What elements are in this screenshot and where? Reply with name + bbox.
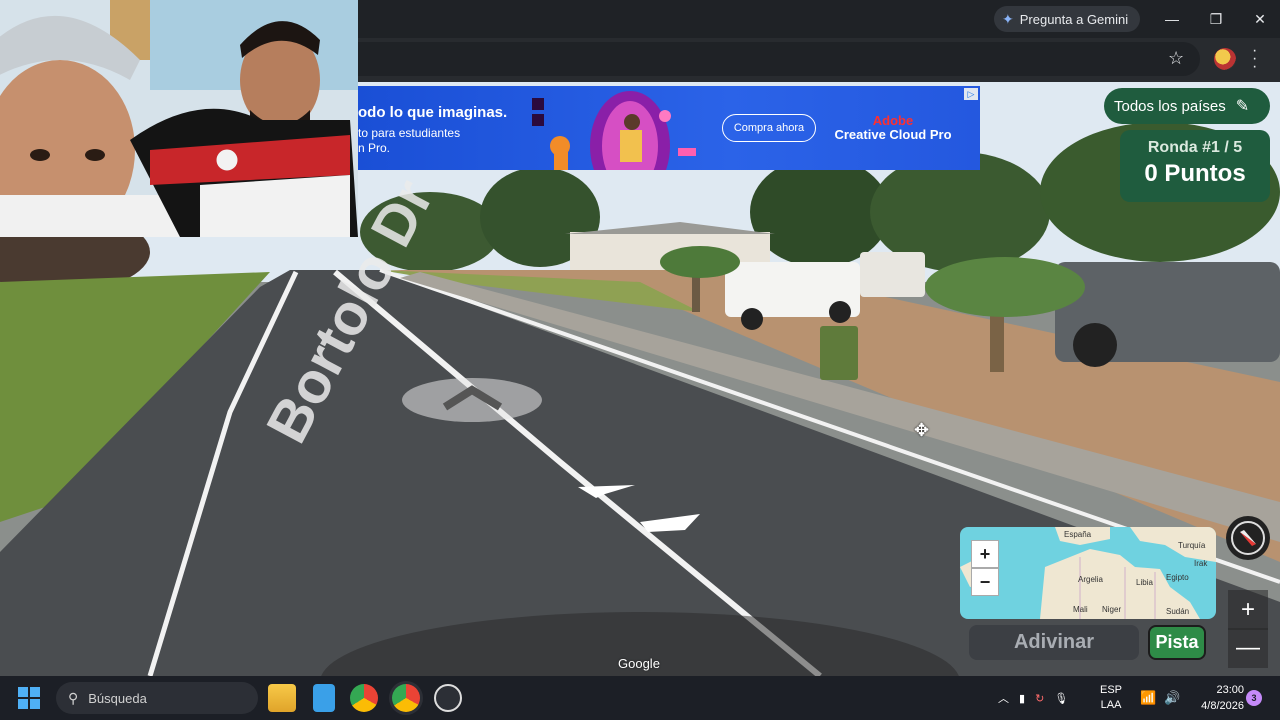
date: 4/8/2026	[1201, 700, 1244, 712]
ad-cta-button[interactable]: Compra ahora	[722, 114, 816, 142]
map-label-algeria: Argelia	[1078, 575, 1103, 584]
map-zoom-in-button[interactable]: +	[971, 540, 999, 568]
screen: Bortolo Dr ✦ Pregunta a Gemini — ❐ ✕ ☆ ·…	[0, 0, 1280, 720]
system-tray: ︿ ▮ ↻ 🎙	[998, 676, 1068, 720]
address-bar[interactable]	[340, 42, 1200, 76]
volume-icon: 🔊	[1164, 690, 1181, 705]
app-status-icon[interactable]	[434, 684, 462, 712]
map-label-spain: España	[1064, 530, 1092, 539]
notification-badge[interactable]: 3	[1246, 690, 1262, 706]
guess-button[interactable]: Adivinar	[969, 625, 1139, 660]
chrome-active-icon[interactable]	[392, 684, 420, 712]
file-explorer-icon[interactable]	[268, 684, 296, 712]
lang-top: ESP	[1100, 684, 1123, 696]
map-label-mali: Mali	[1073, 605, 1088, 614]
profile-avatar[interactable]	[1214, 48, 1236, 70]
usb-icon[interactable]: ▮	[1019, 692, 1025, 705]
round-indicator: Ronda #1 / 5	[1147, 139, 1243, 156]
score-panel: Ronda #1 / 5 0 Puntos	[1120, 130, 1270, 202]
move-cursor-icon: ✥	[914, 420, 930, 440]
windows-start-icon[interactable]	[18, 687, 40, 709]
bookmark-star-icon[interactable]: ☆	[1168, 48, 1184, 69]
clock[interactable]: 23:00 4/8/2026	[1200, 682, 1244, 714]
points-display: 0 Puntos	[1144, 160, 1246, 187]
webcam-feed	[0, 0, 358, 237]
map-label-libya: Libia	[1136, 578, 1153, 587]
taskbar: ⚲ Búsqueda ︿ ▮ ↻ 🎙 ESP LAA 📶 🔊 23:00 4/8…	[0, 676, 1280, 720]
ad-artwork	[532, 91, 696, 170]
mic-icon[interactable]: 🎙	[1054, 692, 1068, 705]
countries-label: Todos los países	[1114, 97, 1226, 115]
ad-subline-2: n Pro.	[358, 141, 391, 155]
network-volume[interactable]: 📶 🔊	[1140, 676, 1180, 720]
ad-choices-icon[interactable]: ▷	[964, 88, 978, 100]
language-indicator[interactable]: ESP LAA	[1100, 676, 1122, 720]
google-logo: Google	[618, 656, 660, 671]
compass-icon[interactable]	[1226, 516, 1270, 560]
countries-filter-button[interactable]: Todos los países ✎	[1104, 88, 1270, 124]
map-label-sudan: Sudán	[1166, 607, 1190, 616]
map-zoom-out-button[interactable]: −	[971, 568, 999, 596]
view-zoom-in-button[interactable]: +	[1228, 590, 1268, 630]
lang-bottom: LAA	[1100, 699, 1122, 711]
ad-subline: to para estudiantes n Pro.	[358, 126, 460, 156]
ad-brand-bottom: Creative Cloud Pro	[834, 127, 952, 142]
gemini-button[interactable]: ✦ Pregunta a Gemini	[994, 6, 1141, 32]
ad-brand: Adobe Creative Cloud Pro	[828, 114, 958, 142]
minimize-icon[interactable]: —	[1152, 6, 1192, 32]
ad-banner[interactable]: odo lo que imaginas. to para estudiantes…	[358, 86, 980, 170]
gemini-sparkle-icon: ✦	[1002, 10, 1014, 27]
ad-subline-1: to para estudiantes	[358, 126, 461, 140]
maximize-icon[interactable]: ❐	[1196, 6, 1236, 32]
map-label-iraq: Irak	[1194, 559, 1208, 568]
webcam-overlay	[0, 0, 358, 237]
taskbar-search[interactable]: ⚲ Búsqueda	[56, 682, 258, 714]
chrome-icon[interactable]	[350, 684, 378, 712]
notepad-icon[interactable]	[313, 684, 335, 712]
hint-button[interactable]: Pista	[1148, 625, 1206, 660]
map-label-niger: Niger	[1102, 605, 1122, 614]
close-icon[interactable]: ✕	[1240, 6, 1280, 32]
sync-icon[interactable]: ↻	[1035, 692, 1044, 705]
ad-headline: odo lo que imaginas.	[358, 104, 508, 121]
tray-chevron-icon[interactable]: ︿	[998, 690, 1009, 706]
ad-brand-top: Adobe	[872, 113, 914, 128]
search-label: Búsqueda	[88, 690, 147, 706]
wifi-icon: 📶	[1140, 690, 1157, 705]
pencil-icon: ✎	[1235, 98, 1250, 115]
gemini-label: Pregunta a Gemini	[1019, 11, 1129, 27]
map-label-egypt: Egipto	[1166, 573, 1189, 582]
time: 23:00	[1216, 684, 1244, 696]
view-zoom-out-button[interactable]: —	[1228, 628, 1268, 668]
map-label-turkey: Turquía	[1178, 541, 1206, 550]
menu-kebab-icon[interactable]: · · ·	[1252, 43, 1257, 75]
search-icon: ⚲	[68, 689, 79, 706]
